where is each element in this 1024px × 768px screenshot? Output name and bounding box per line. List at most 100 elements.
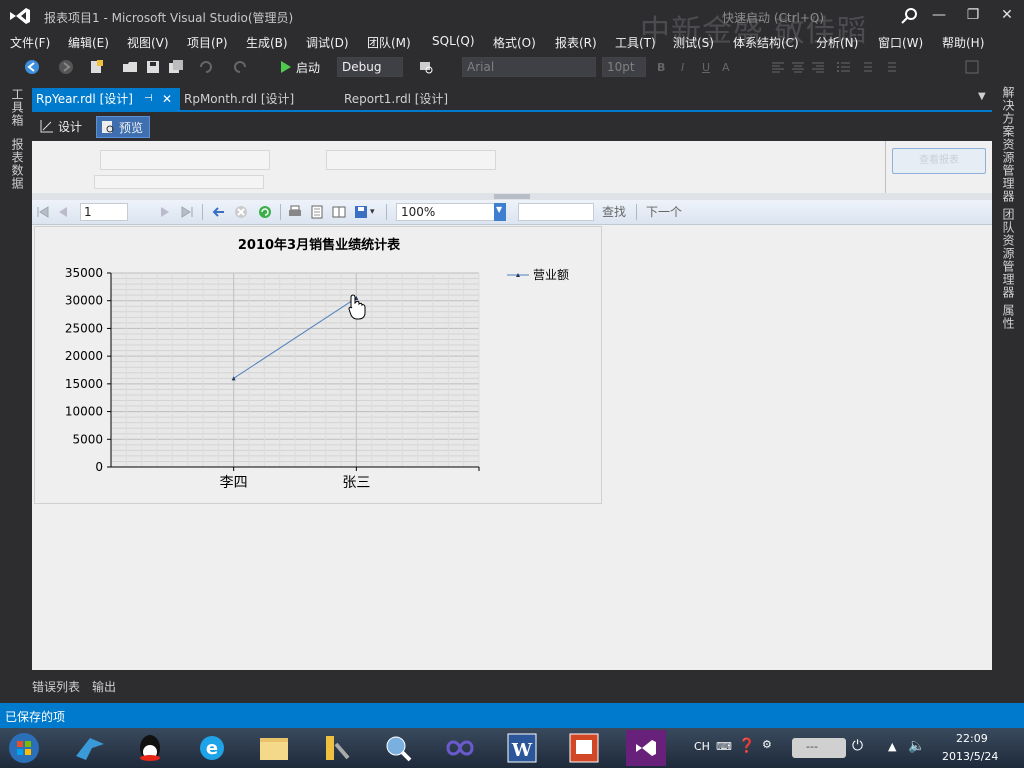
menu-view[interactable]: 视图(V) xyxy=(127,34,169,51)
menu-build[interactable]: 生成(B) xyxy=(246,34,288,51)
menu-report[interactable]: 报表(R) xyxy=(555,34,597,51)
toolbox-tab[interactable]: 工具箱 xyxy=(9,88,26,127)
windows-start-icon[interactable] xyxy=(4,730,44,766)
align-left-icon[interactable] xyxy=(770,59,786,75)
ime-toolbar[interactable]: --- xyxy=(792,738,846,758)
menu-help[interactable]: 帮助(H) xyxy=(942,34,984,51)
forward-icon[interactable] xyxy=(58,59,74,75)
help-icon[interactable]: ❓ xyxy=(738,738,755,754)
output-tab[interactable]: 输出 xyxy=(92,678,116,695)
powerpoint-icon[interactable] xyxy=(558,730,610,766)
find-next-link[interactable]: 下一个 xyxy=(646,204,682,220)
menu-project[interactable]: 项目(P) xyxy=(187,34,228,51)
current-page-input[interactable]: 1 xyxy=(80,203,128,221)
redo-icon[interactable] xyxy=(232,59,248,75)
properties-tab[interactable]: 属性 xyxy=(1000,304,1017,330)
save-icon[interactable] xyxy=(145,59,161,75)
align-center-icon[interactable] xyxy=(790,59,806,75)
clock-time[interactable]: 22:09 xyxy=(956,732,988,745)
menu-file[interactable]: 文件(F) xyxy=(10,34,50,51)
search-icon[interactable] xyxy=(900,6,920,26)
bird-app-icon[interactable] xyxy=(64,730,116,766)
word-icon[interactable]: W xyxy=(496,730,548,766)
collapse-grip[interactable] xyxy=(494,194,530,199)
tab-overflow-icon[interactable]: ▼ xyxy=(978,91,986,102)
input-language[interactable]: CH xyxy=(694,740,710,753)
minimize-button[interactable]: — xyxy=(926,5,952,25)
find-link[interactable]: 查找 xyxy=(602,204,626,220)
decrease-indent-icon[interactable] xyxy=(858,59,874,75)
undo-icon[interactable] xyxy=(198,59,214,75)
visual-studio-taskbar-icon[interactable] xyxy=(620,730,672,766)
power-icon[interactable]: ⏻ xyxy=(852,738,863,754)
menu-debug[interactable]: 调试(D) xyxy=(306,34,349,51)
new-project-icon[interactable] xyxy=(88,59,104,75)
page-setup-icon[interactable] xyxy=(332,205,346,219)
tab-rpyear[interactable]: RpYear.rdl [设计] ⊣ ✕ xyxy=(32,88,180,110)
previous-page-icon[interactable] xyxy=(56,205,70,219)
search-app-icon[interactable] xyxy=(372,730,424,766)
find-input[interactable] xyxy=(518,203,594,221)
close-tab-icon[interactable]: ✕ xyxy=(162,88,172,110)
tools-app-icon[interactable] xyxy=(310,730,362,766)
file-explorer-icon[interactable] xyxy=(248,730,300,766)
back-icon[interactable] xyxy=(24,59,40,75)
report-data-tab[interactable]: 报表数据 xyxy=(9,138,26,190)
zoom-select[interactable]: 100% xyxy=(396,203,506,221)
print-icon[interactable] xyxy=(288,205,302,219)
print-layout-icon[interactable] xyxy=(310,205,324,219)
team-explorer-tab[interactable]: 团队资源管理器 xyxy=(1000,208,1017,299)
italic-icon[interactable]: I xyxy=(681,59,684,77)
find-in-files-icon[interactable] xyxy=(418,59,434,75)
parameter-input-2[interactable] xyxy=(326,150,496,170)
refresh-icon[interactable] xyxy=(258,205,272,219)
preview-tab[interactable]: 预览 xyxy=(96,116,151,138)
pin-icon[interactable]: ⊣ xyxy=(144,88,153,110)
save-all-icon[interactable] xyxy=(168,59,184,75)
parameter-collapse-bar[interactable] xyxy=(32,193,992,200)
parameter-input-3[interactable] xyxy=(94,175,264,189)
tab-report1[interactable]: Report1.rdl [设计] xyxy=(340,88,500,110)
back-to-parent-icon[interactable] xyxy=(212,205,226,219)
menu-test[interactable]: 测试(S) xyxy=(673,34,714,51)
qq-icon[interactable] xyxy=(124,730,176,766)
design-tab[interactable]: 设计 xyxy=(36,116,88,138)
menu-edit[interactable]: 编辑(E) xyxy=(68,34,109,51)
open-file-icon[interactable] xyxy=(122,59,138,75)
first-page-icon[interactable] xyxy=(36,205,50,219)
parameter-input-1[interactable] xyxy=(100,150,270,170)
start-debug-button[interactable]: 启动 xyxy=(296,59,320,77)
menu-team[interactable]: 团队(M) xyxy=(367,34,411,51)
internet-explorer-icon[interactable]: e xyxy=(186,730,238,766)
next-page-icon[interactable] xyxy=(158,205,172,219)
visual-studio-infinity-icon[interactable] xyxy=(434,730,486,766)
menu-architecture[interactable]: 体系结构(C) xyxy=(733,34,799,51)
export-dropdown-icon[interactable]: ▾ xyxy=(370,204,375,220)
menu-sql[interactable]: SQL(Q) xyxy=(432,34,475,48)
view-report-button[interactable]: 查看报表 xyxy=(892,148,986,174)
keyboard-icon[interactable]: ⌨ xyxy=(716,740,732,753)
quick-launch-input[interactable]: 快速启动 (Ctrl+Q) xyxy=(722,9,824,26)
menu-analyze[interactable]: 分析(N) xyxy=(816,34,858,51)
configuration-select[interactable]: Debug xyxy=(337,57,403,77)
export-icon[interactable] xyxy=(354,205,368,219)
zoom-dropdown-icon[interactable]: ▼ xyxy=(494,203,506,221)
font-size-select[interactable]: 10pt xyxy=(602,57,646,77)
tray-settings-icon[interactable]: ⚙ xyxy=(762,738,772,751)
start-debug-icon[interactable] xyxy=(278,59,294,75)
font-color-icon[interactable]: A xyxy=(722,59,730,77)
error-list-tab[interactable]: 错误列表 xyxy=(32,678,80,695)
bold-icon[interactable]: B xyxy=(657,59,665,77)
close-button[interactable]: ✕ xyxy=(994,5,1020,25)
underline-icon[interactable]: U xyxy=(702,59,710,77)
menu-window[interactable]: 窗口(W) xyxy=(878,34,923,51)
last-page-icon[interactable] xyxy=(180,205,194,219)
align-right-icon[interactable] xyxy=(810,59,826,75)
restore-button[interactable]: ❐ xyxy=(960,5,986,25)
font-family-select[interactable]: Arial xyxy=(462,57,596,77)
tray-expand-icon[interactable]: ▲ xyxy=(888,740,896,753)
solution-explorer-tab[interactable]: 解决方案资源管理器 xyxy=(1000,86,1017,203)
layout-icon[interactable] xyxy=(964,59,980,75)
clock-date[interactable]: 2013/5/24 xyxy=(942,750,998,763)
bullet-list-icon[interactable] xyxy=(836,59,852,75)
